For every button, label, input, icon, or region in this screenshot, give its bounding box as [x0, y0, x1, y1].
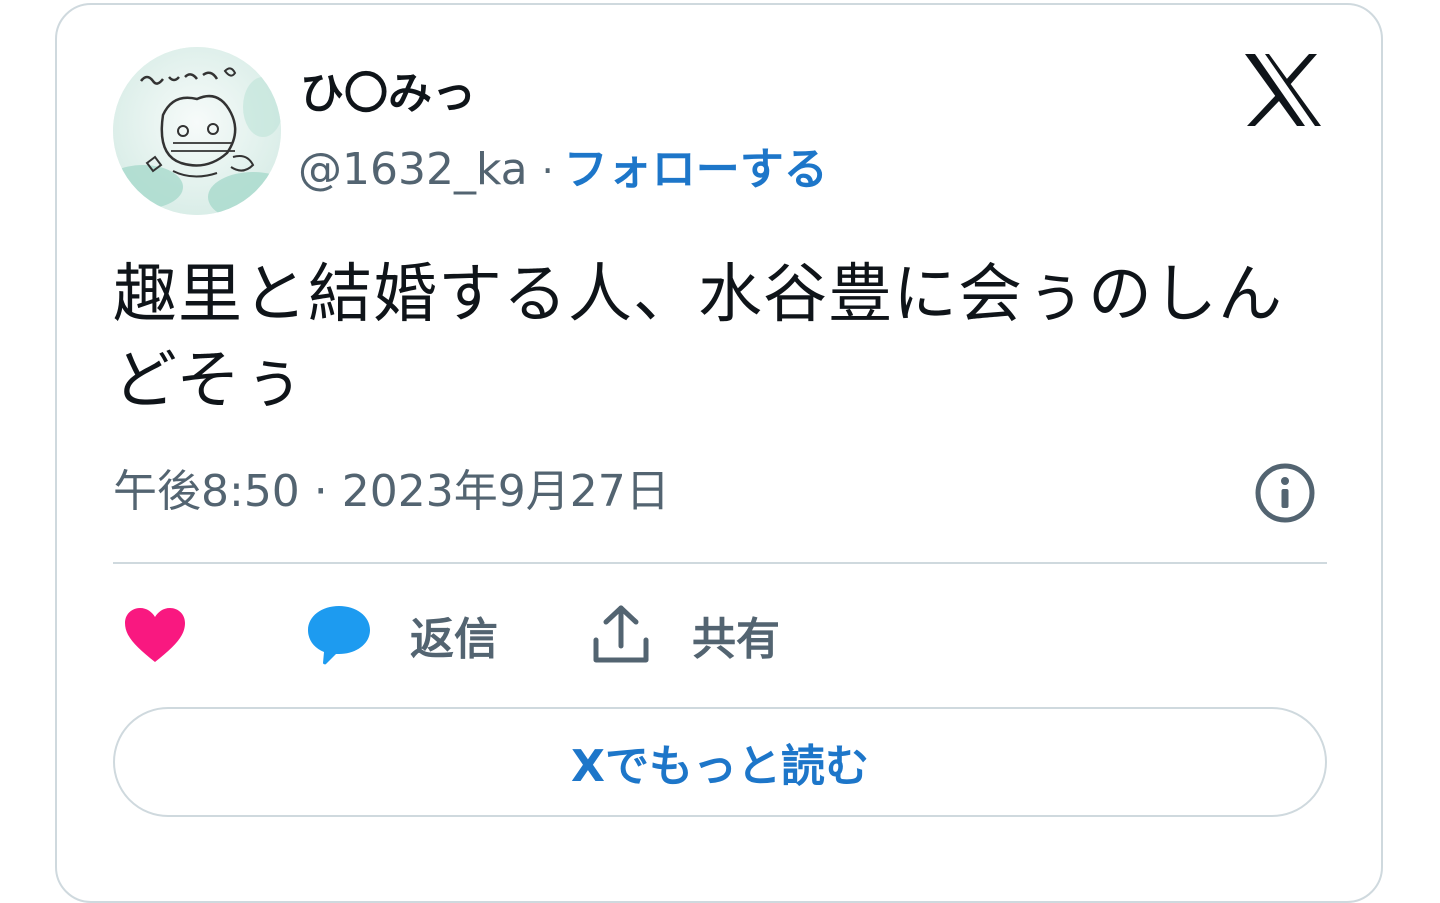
avatar-image	[113, 47, 281, 215]
separator-dot: ·	[541, 149, 554, 193]
tweet-text: 趣里と結婚する人、水谷豊に会ぅのしんどそぅ	[113, 258, 1283, 418]
divider	[113, 562, 1327, 564]
heart-icon	[125, 608, 185, 662]
follow-button[interactable]: フォローする	[564, 144, 828, 195]
avatar[interactable]	[113, 47, 281, 215]
tweet-timestamp[interactable]: 午後8:50 · 2023年9月27日	[113, 464, 670, 520]
author-handle[interactable]: @1632_ka	[298, 144, 528, 195]
reply-label: 返信	[410, 614, 498, 665]
like-button[interactable]	[123, 600, 187, 670]
share-label: 共有	[692, 614, 780, 665]
share-button[interactable]: 共有	[592, 600, 780, 670]
info-icon[interactable]	[1254, 462, 1316, 524]
share-upload-icon	[593, 605, 649, 663]
author-display-name[interactable]: ひ〇みっ	[300, 66, 476, 122]
reply-button[interactable]: 返信	[306, 600, 498, 670]
x-logo-icon[interactable]	[1243, 52, 1323, 128]
author-handle-row: @1632_ka · フォローする	[298, 142, 828, 199]
read-more-button[interactable]: Xでもっと読む	[113, 707, 1327, 817]
speech-bubble-icon	[308, 606, 370, 665]
